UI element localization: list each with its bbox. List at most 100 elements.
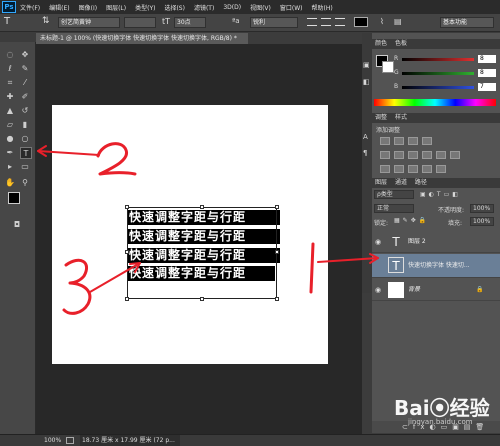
resize-handle[interactable] bbox=[125, 205, 129, 209]
tab-color[interactable]: 颜色 bbox=[375, 40, 387, 47]
tab-swatches[interactable]: 色板 bbox=[395, 40, 407, 47]
path-select-icon[interactable]: ▸ bbox=[5, 162, 15, 172]
document-info[interactable]: 18.73 厘米 x 17.99 厘米 (72 p... bbox=[80, 435, 180, 446]
zoom-tool-icon[interactable]: ⚲ bbox=[20, 178, 30, 188]
layer-name[interactable]: 背景 bbox=[408, 279, 420, 301]
layer-row-selected[interactable]: T 快速切换字体 快速切... bbox=[372, 254, 500, 278]
layer-name[interactable]: 快速切换字体 快速切... bbox=[408, 254, 470, 278]
tab-paths[interactable]: 路径 bbox=[415, 179, 427, 186]
menu-filter[interactable]: 滤镜(T) bbox=[194, 3, 214, 12]
vibrance-adjust-icon[interactable] bbox=[380, 151, 390, 159]
font-style-select[interactable] bbox=[124, 17, 156, 28]
align-right-icon[interactable] bbox=[335, 18, 345, 26]
channel-g-value[interactable]: 8 bbox=[478, 69, 496, 77]
export-icon[interactable] bbox=[66, 437, 74, 444]
channel-mixer-adjust-icon[interactable] bbox=[450, 151, 460, 159]
menu-help[interactable]: 帮助(H) bbox=[312, 3, 333, 12]
threshold-adjust-icon[interactable] bbox=[408, 165, 418, 173]
healing-tool-icon[interactable]: ✚ bbox=[5, 92, 15, 102]
selective-color-adjust-icon[interactable] bbox=[436, 165, 446, 173]
menu-view[interactable]: 视图(V) bbox=[250, 3, 271, 12]
eye-icon[interactable]: ◉ bbox=[375, 279, 383, 301]
exposure-adjust-icon[interactable] bbox=[422, 137, 432, 145]
menu-image[interactable]: 图像(I) bbox=[79, 3, 97, 12]
black-white-adjust-icon[interactable] bbox=[422, 151, 432, 159]
font-family-select[interactable]: 创艺简黄钟 bbox=[58, 17, 120, 28]
type-tool-icon[interactable]: T bbox=[4, 16, 10, 27]
layer-row[interactable]: ◉ T 图层 2 bbox=[372, 231, 500, 253]
menu-3d[interactable]: 3D(D) bbox=[223, 4, 241, 11]
align-left-icon[interactable] bbox=[307, 18, 317, 26]
layer-filter-icons[interactable]: ▣◐T▭◧ bbox=[420, 191, 461, 198]
menu-edit[interactable]: 编辑(E) bbox=[49, 3, 69, 12]
brightness-adjust-icon[interactable] bbox=[380, 137, 390, 145]
layer-name[interactable]: 图层 2 bbox=[408, 231, 426, 253]
menu-file[interactable]: 文件(F) bbox=[20, 3, 40, 12]
tab-channels[interactable]: 通道 bbox=[395, 179, 407, 186]
document-tab[interactable]: 未标题-1 @ 100% (快速切换字体 快速切换字体 快速切换字体, RGB/… bbox=[36, 33, 248, 44]
text-bounding-box[interactable] bbox=[125, 205, 279, 301]
orientation-toggle-icon[interactable]: ⇅ bbox=[42, 16, 50, 26]
align-center-icon[interactable] bbox=[321, 18, 331, 26]
character-panel-icon[interactable]: ▤ bbox=[394, 17, 402, 26]
paragraph-panel-icon[interactable]: ¶ bbox=[363, 149, 367, 157]
resize-handle[interactable] bbox=[200, 297, 204, 301]
channel-r-slider[interactable] bbox=[402, 58, 474, 61]
tab-styles[interactable]: 样式 bbox=[395, 114, 407, 121]
menu-layer[interactable]: 图层(L) bbox=[106, 3, 126, 12]
posterize-adjust-icon[interactable] bbox=[394, 165, 404, 173]
lasso-tool-icon[interactable]: ℓ bbox=[5, 64, 15, 74]
eye-icon[interactable]: ◉ bbox=[375, 231, 383, 253]
pen-tool-icon[interactable]: ✒ bbox=[5, 148, 15, 158]
rectangle-tool-icon[interactable]: ▭ bbox=[20, 162, 30, 172]
tab-adjustments[interactable]: 调整 bbox=[375, 114, 387, 121]
foreground-color-swatch[interactable] bbox=[8, 192, 20, 204]
resize-handle[interactable] bbox=[125, 250, 129, 254]
move-tool-icon[interactable]: ✥ bbox=[20, 50, 30, 60]
curves-adjust-icon[interactable] bbox=[408, 137, 418, 145]
gradient-map-adjust-icon[interactable] bbox=[422, 165, 432, 173]
quick-mask-icon[interactable]: ◘ bbox=[12, 220, 22, 230]
color-spectrum-bar[interactable] bbox=[374, 99, 496, 106]
zoom-level[interactable]: 100% bbox=[44, 435, 61, 446]
opacity-field[interactable]: 100% bbox=[470, 204, 494, 213]
brush-tool-icon[interactable]: ✐ bbox=[20, 92, 30, 102]
character-panel-icon[interactable]: A bbox=[363, 133, 368, 141]
resize-handle[interactable] bbox=[275, 205, 279, 209]
invert-adjust-icon[interactable] bbox=[380, 165, 390, 173]
warp-text-icon[interactable]: ⌇ bbox=[380, 17, 384, 26]
properties-panel-icon[interactable]: ◧ bbox=[363, 78, 370, 86]
channel-g-slider[interactable] bbox=[402, 72, 474, 75]
resize-handle[interactable] bbox=[275, 250, 279, 254]
photo-filter-adjust-icon[interactable] bbox=[436, 151, 446, 159]
tab-layers[interactable]: 图层 bbox=[375, 179, 387, 186]
blend-mode-select[interactable]: 正常 bbox=[374, 204, 414, 213]
color-balance-adjust-icon[interactable] bbox=[408, 151, 418, 159]
menu-type[interactable]: 类型(Y) bbox=[135, 3, 155, 12]
levels-adjust-icon[interactable] bbox=[394, 137, 404, 145]
resize-handle[interactable] bbox=[200, 205, 204, 209]
eraser-tool-icon[interactable]: ▱ bbox=[5, 120, 15, 130]
hand-tool-icon[interactable]: ✋ bbox=[5, 178, 15, 188]
text-color-swatch[interactable] bbox=[354, 17, 368, 27]
channel-b-value[interactable]: 7 bbox=[478, 83, 496, 91]
channel-r-value[interactable]: 8 bbox=[478, 55, 496, 63]
menu-select[interactable]: 选择(S) bbox=[164, 3, 185, 12]
channel-b-slider[interactable] bbox=[402, 86, 474, 89]
font-size-select[interactable]: 30点 bbox=[174, 17, 206, 28]
antialias-select[interactable]: 锐利 bbox=[250, 17, 298, 28]
history-panel-icon[interactable]: ▣ bbox=[363, 61, 370, 69]
marquee-tool-icon[interactable]: ◌ bbox=[5, 50, 15, 60]
hue-saturation-adjust-icon[interactable] bbox=[394, 151, 404, 159]
quick-select-icon[interactable]: ✎ bbox=[20, 64, 30, 74]
color-background-swatch[interactable] bbox=[382, 61, 394, 73]
resize-handle[interactable] bbox=[275, 297, 279, 301]
crop-tool-icon[interactable]: ⌗ bbox=[5, 78, 15, 88]
gradient-tool-icon[interactable]: ▮ bbox=[20, 120, 30, 130]
blur-tool-icon[interactable]: ● bbox=[5, 134, 15, 144]
eyedropper-tool-icon[interactable]: ⁄ bbox=[20, 78, 30, 88]
layer-filter-select[interactable]: ρ类型 bbox=[374, 190, 414, 199]
history-brush-icon[interactable]: ↺ bbox=[20, 106, 30, 116]
fill-field[interactable]: 100% bbox=[470, 217, 494, 226]
lock-icons[interactable]: ▦✎✥🔒 bbox=[394, 217, 429, 224]
